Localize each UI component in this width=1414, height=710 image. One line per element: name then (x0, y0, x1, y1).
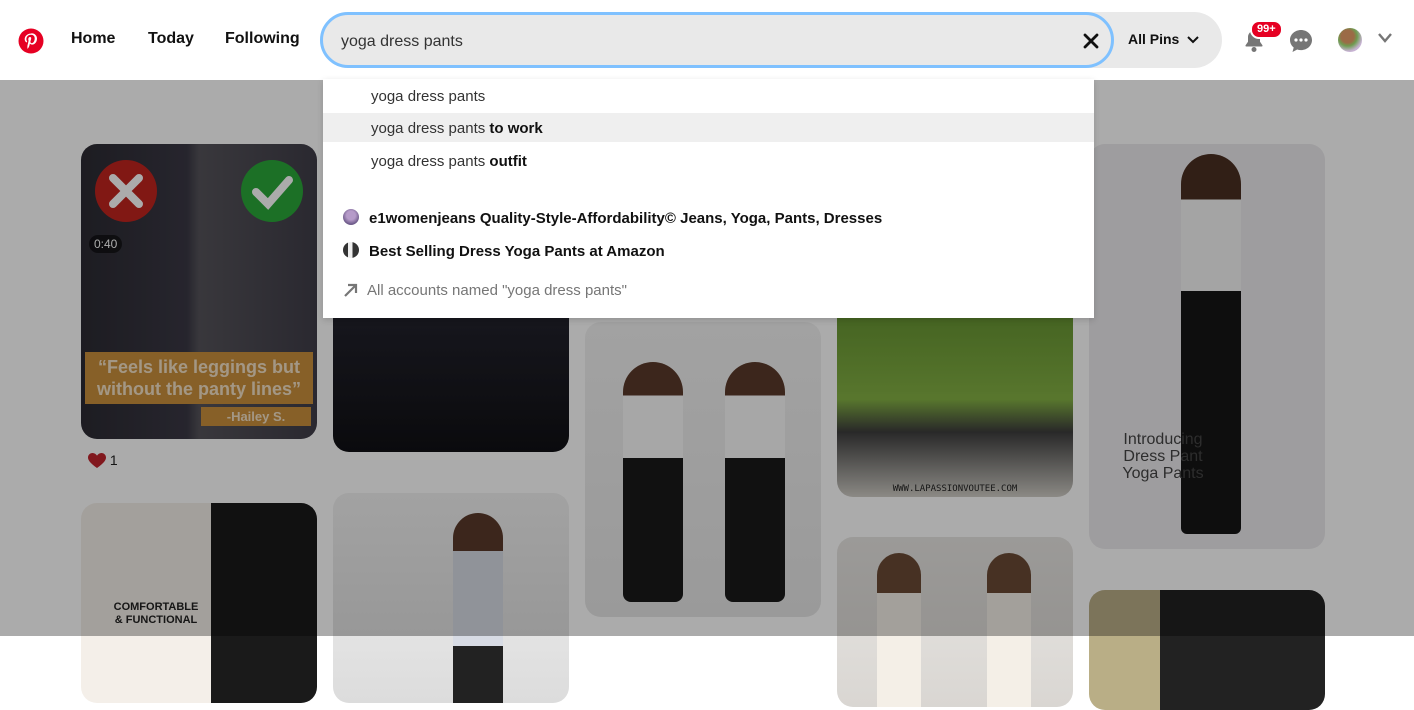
nav-today[interactable]: Today (148, 30, 194, 48)
account-avatar (343, 209, 359, 225)
clear-search-icon[interactable] (1081, 31, 1101, 51)
chevron-down-icon (1187, 36, 1199, 44)
account-avatar (343, 242, 359, 258)
top-nav: Home Today Following All Pins 99+ (0, 0, 1414, 80)
all-accounts-link[interactable]: All accounts named "yoga dress pants" (323, 275, 1094, 304)
account-suggestion[interactable]: Best Selling Dress Yoga Pants at Amazon (323, 236, 1094, 265)
search-input[interactable] (339, 29, 1063, 55)
account-suggestion[interactable]: e1womenjeans Quality-Style-Affordability… (323, 203, 1094, 232)
suggestion-item[interactable]: yoga dress pants outfit (323, 146, 1094, 175)
arrow-up-right-icon (344, 283, 358, 297)
suggestion-item[interactable]: yoga dress pants (323, 81, 1094, 110)
nav-following[interactable]: Following (225, 30, 300, 48)
notifications-badge: 99+ (1250, 20, 1283, 39)
search-scope-dropdown[interactable]: All Pins (1128, 31, 1199, 47)
search-scope-label: All Pins (1128, 31, 1180, 47)
all-accounts-text: All accounts named "yoga dress pants" (367, 282, 627, 299)
user-avatar[interactable] (1338, 28, 1362, 52)
suggestion-text: yoga dress pants (371, 153, 490, 170)
messages-icon[interactable] (1288, 28, 1314, 54)
suggestion-text: yoga dress pants (371, 120, 490, 137)
suggestion-text: yoga dress pants (371, 88, 486, 105)
account-name: e1womenjeans Quality-Style-Affordability… (369, 210, 883, 227)
suggestion-item[interactable]: yoga dress pants to work (323, 113, 1094, 142)
pinterest-logo-icon[interactable] (18, 28, 44, 54)
search-field-container (320, 12, 1114, 68)
account-menu-chevron-icon[interactable] (1378, 33, 1392, 43)
suggestion-completion: outfit (489, 153, 527, 170)
nav-home[interactable]: Home (71, 30, 115, 48)
account-name: Best Selling Dress Yoga Pants at Amazon (369, 243, 665, 260)
search-suggestions-dropdown: yoga dress pants yoga dress pants to wor… (323, 79, 1094, 318)
suggestion-completion: to work (489, 120, 543, 137)
search-bar: All Pins (320, 12, 1222, 68)
